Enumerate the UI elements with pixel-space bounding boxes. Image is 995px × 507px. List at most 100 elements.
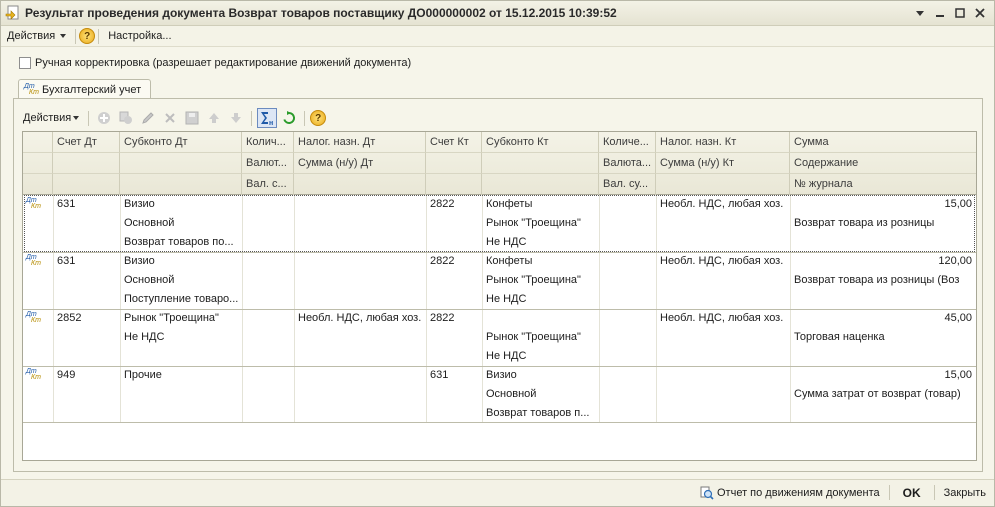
tab-accounting-label: Бухгалтерский учет [42,83,142,96]
cell-amount[interactable]: 120,00 [790,252,976,271]
cell-amount[interactable]: 45,00 [790,309,976,328]
cell-kt-account[interactable]: 631 [426,366,482,385]
menu-separator [98,28,100,44]
settings-menu[interactable]: Настройка... [102,27,177,46]
cell-kt-subconto-3[interactable]: Возврат товаров п... [482,404,599,423]
cell-kt-subconto-3[interactable]: Не НДС [482,233,599,252]
cell-dt-subconto-2[interactable]: Не НДС [120,328,242,347]
copy-icon[interactable] [116,108,136,128]
cell-dt-account[interactable]: 631 [53,252,120,271]
cell-dt-subconto-2[interactable]: Основной [120,214,242,233]
header-dt-account[interactable]: Счет Дт [53,132,120,153]
cell-content[interactable]: Сумма затрат от возврат (товар) [790,385,976,404]
cell-dt-subconto-2[interactable]: Основной [120,271,242,290]
refresh-icon[interactable] [279,108,299,128]
title-bar[interactable]: Результат проведения документа Возврат т… [1,1,994,26]
close-button[interactable]: Закрыть [944,487,986,499]
movements-report-button[interactable]: Отчет по движениям документа [700,486,880,500]
add-icon[interactable] [94,108,114,128]
header-kt-subconto[interactable]: Субконто Кт [482,132,599,153]
footer-separator [888,485,890,500]
cell-content[interactable]: Возврат товара из розницы [790,214,976,233]
cell-dt-subconto-3[interactable]: Поступление товаро... [120,290,242,309]
tab-accounting[interactable]: Дт Кт Бухгалтерский учет [18,79,151,99]
options-icon[interactable] [912,5,928,21]
window-title: Результат проведения документа Возврат т… [25,6,617,20]
cell-kt-subconto-2[interactable]: Рынок "Троещина" [482,271,599,290]
cell-kt-tax[interactable]: Необл. НДС, любая хоз. [656,252,790,271]
cell-dt-subconto-3[interactable]: Возврат товаров по... [120,233,242,252]
cell-dt-subconto-1[interactable]: Визио [120,252,242,271]
header-kt-cur-sum[interactable]: Вал. су... [599,174,656,195]
actions-menu-label: Действия [7,30,56,42]
delete-icon[interactable] [160,108,180,128]
cell-kt-tax[interactable]: Необл. НДС, любая хоз. [656,195,790,214]
header-kt-currency[interactable]: Валюта... [599,153,656,174]
header-dt-subconto[interactable]: Субконто Дт [120,132,242,153]
maximize-icon[interactable] [952,5,968,21]
svg-text:н: н [269,120,273,126]
cell-kt-account[interactable]: 2822 [426,252,482,271]
cell-kt-account[interactable]: 2822 [426,309,482,328]
help-icon[interactable]: ? [79,28,96,44]
manual-correction-row[interactable]: Ручная корректировка (разрешает редактир… [19,57,411,69]
header-dt-cur-sum[interactable]: Вал. с... [242,174,294,195]
header-dt-qty[interactable]: Колич... [242,132,294,153]
header-icon-col [23,153,53,174]
menu-bar: Действия ? Настройка... [1,26,994,47]
header-kt-tax[interactable]: Налог. назн. Кт [656,132,790,153]
report-magnifier-icon [700,486,714,500]
save-icon[interactable] [182,108,202,128]
cell-amount[interactable]: 15,00 [790,195,976,214]
dt-kt-icon: Дт Кт [26,368,41,381]
cell-dt-subconto-1[interactable]: Визио [120,195,242,214]
cell-content[interactable]: Возврат товара из розницы (Воз [790,271,976,290]
cell-kt-subconto-3[interactable]: Не НДС [482,290,599,309]
cell-dt-account[interactable]: 631 [53,195,120,214]
manual-correction-checkbox[interactable] [19,57,31,69]
header-empty [656,174,790,195]
sum-icon[interactable]: н [257,108,278,128]
cell-kt-tax[interactable]: Необл. НДС, любая хоз. [656,309,790,328]
header-empty [294,174,426,195]
cell-dt-account[interactable]: 2852 [53,309,120,328]
header-kt-qty[interactable]: Количе... [599,132,656,153]
cell-content[interactable]: Торговая наценка [790,328,976,347]
minimize-icon[interactable] [932,5,948,21]
header-dt-tax[interactable]: Налог. назн. Дт [294,132,426,153]
movements-table[interactable]: Счет Дт Субконто Дт Колич... Налог. назн… [22,131,977,461]
cell-kt-subconto-2[interactable]: Рынок "Троещина" [482,328,599,347]
cell-dt-account[interactable]: 949 [53,366,120,385]
header-kt-tax-sum[interactable]: Сумма (н/у) Кт [656,153,790,174]
dt-kt-icon: Дт Кт [26,197,41,210]
cell-kt-subconto-1[interactable]: Визио [482,366,599,385]
close-icon[interactable] [972,5,988,21]
actions-menu[interactable]: Действия [1,27,72,46]
cell-kt-subconto-1[interactable]: Конфеты [482,195,599,214]
move-down-icon[interactable] [226,108,246,128]
ok-button[interactable]: OK [899,486,925,500]
header-amount[interactable]: Сумма [790,132,976,153]
cell-dt-subconto-1[interactable]: Рынок "Троещина" [120,309,242,328]
header-empty [482,174,599,195]
toolbar-actions-menu[interactable]: Действия [19,112,83,124]
header-kt-account[interactable]: Счет Кт [426,132,482,153]
toolbar-separator [251,110,253,126]
move-up-icon[interactable] [204,108,224,128]
cell-amount[interactable]: 15,00 [790,366,976,385]
cell-kt-subconto-3[interactable]: Не НДС [482,347,599,366]
movements-report-label: Отчет по движениям документа [717,486,880,499]
header-dt-tax-sum[interactable]: Сумма (н/у) Дт [294,153,426,174]
cell-kt-subconto-2[interactable]: Рынок "Троещина" [482,214,599,233]
settings-menu-label: Настройка... [108,30,172,42]
edit-icon[interactable] [138,108,158,128]
cell-dt-tax[interactable]: Необл. НДС, любая хоз. [294,309,426,328]
cell-kt-subconto-2[interactable]: Основной [482,385,599,404]
header-journal[interactable]: № журнала [790,174,976,195]
cell-kt-subconto-1[interactable]: Конфеты [482,252,599,271]
cell-dt-subconto-1[interactable]: Прочие [120,366,242,385]
grid-help-icon[interactable]: ? [310,110,327,126]
header-content[interactable]: Содержание [790,153,976,174]
header-dt-currency[interactable]: Валют... [242,153,294,174]
cell-kt-account[interactable]: 2822 [426,195,482,214]
